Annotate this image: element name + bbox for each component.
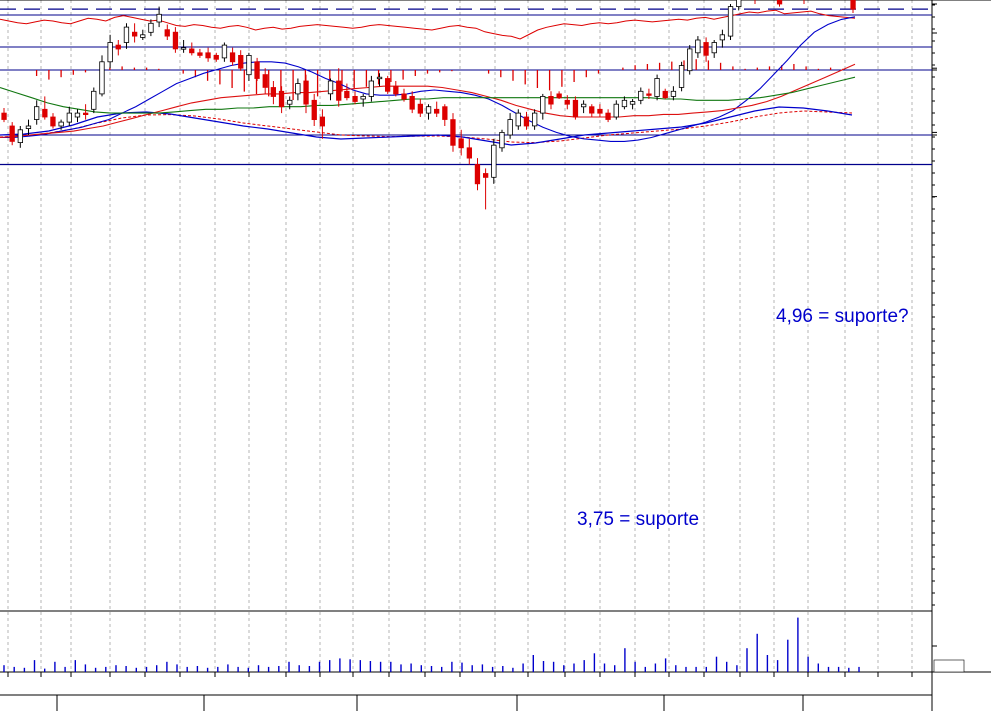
candle-body-40 — [327, 80, 334, 95]
candle-body-75 — [613, 103, 619, 118]
volume-unit-box — [933, 659, 965, 673]
candle-body-82 — [670, 90, 677, 97]
candle-body-63 — [515, 112, 521, 127]
candle-body-15 — [123, 26, 130, 43]
candle-body-76 — [621, 99, 628, 108]
candle-body-95 — [776, 0, 783, 5]
candle-body-41 — [336, 80, 342, 101]
candle-body-80 — [654, 78, 660, 97]
candle-body-18 — [148, 22, 154, 33]
upper-support-annotation: 4,96 = suporte? — [776, 306, 909, 327]
candle-body-4 — [34, 106, 40, 120]
candle-body-33 — [270, 87, 277, 97]
candle-body-59 — [482, 173, 489, 178]
candle-body-85 — [695, 39, 701, 54]
candle-body-77 — [629, 101, 636, 105]
candle-body-89 — [727, 6, 734, 37]
candle-body-86 — [703, 42, 709, 56]
candle-body-7 — [58, 121, 64, 127]
candle-body-10 — [83, 112, 89, 115]
candle-body-71 — [581, 103, 587, 108]
candle-body-55 — [450, 119, 456, 146]
candle-body-53 — [433, 108, 440, 114]
candle-body-52 — [425, 106, 432, 114]
candle-body-54 — [442, 106, 448, 120]
candle-body-23 — [189, 48, 195, 54]
candle-body-13 — [107, 42, 113, 63]
candle-body-78 — [638, 90, 644, 101]
candle-body-47 — [384, 78, 391, 92]
candle-body-36 — [295, 83, 301, 95]
candle-body-20 — [164, 29, 170, 37]
stock-chart: 4,96 = suporte? 3,75 = suporte — [0, 0, 991, 711]
candle-body-61 — [499, 131, 505, 149]
candle-body-27 — [221, 44, 228, 59]
candle-body-17 — [140, 34, 146, 38]
candle-body-12 — [99, 61, 105, 95]
candle-body-81 — [662, 90, 668, 99]
candle-body-74 — [605, 112, 611, 120]
candle-body-56 — [458, 138, 464, 149]
candle-body-49 — [401, 93, 407, 100]
candle-body-70 — [572, 99, 579, 118]
candle-body-38 — [311, 99, 317, 121]
candle-body-6 — [50, 116, 56, 127]
candle-body-29 — [238, 55, 244, 69]
candle-body-2 — [17, 129, 24, 144]
candle-body-14 — [115, 44, 121, 50]
candle-body-19 — [156, 13, 162, 23]
candle-body-37 — [303, 80, 309, 105]
candle-body-69 — [564, 99, 570, 105]
candle-body-42 — [344, 90, 350, 99]
lower-support-annotation: 3,75 = suporte — [577, 509, 699, 530]
candle-body-1 — [9, 125, 15, 142]
candle-body-104 — [850, 0, 856, 10]
candle-body-44 — [360, 96, 366, 100]
candle-body-25 — [205, 52, 211, 59]
candle-body-90 — [736, 0, 742, 7]
candle-body-30 — [246, 55, 252, 76]
candle-body-22 — [180, 47, 187, 50]
candle-body-68 — [556, 93, 562, 99]
candle-body-16 — [131, 31, 138, 37]
candle-body-60 — [491, 144, 497, 178]
candle-body-21 — [172, 31, 179, 50]
candle-body-26 — [213, 55, 219, 60]
candle-body-43 — [352, 96, 358, 102]
candle-body-51 — [417, 103, 424, 114]
candle-body-57 — [466, 147, 473, 159]
candle-body-8 — [66, 112, 72, 123]
candle-body-11 — [91, 90, 97, 110]
candle-body-45 — [368, 80, 375, 97]
candle-body-65 — [532, 112, 538, 127]
candle-body-64 — [523, 116, 530, 127]
candle-body-62 — [507, 119, 513, 136]
candle-body-73 — [597, 108, 603, 114]
candle-body-88 — [719, 34, 725, 41]
candle-body-9 — [74, 112, 81, 118]
candle-body-72 — [589, 106, 595, 114]
candle-body-3 — [25, 125, 32, 129]
candle-body-31 — [254, 61, 260, 79]
candle-body-39 — [319, 116, 326, 127]
candle-body-83 — [678, 65, 685, 88]
candle-body-79 — [646, 93, 652, 96]
candle-body-46 — [376, 76, 383, 80]
candle-body-0 — [1, 112, 7, 120]
candle-body-32 — [262, 74, 268, 88]
candle-body-35 — [287, 99, 293, 105]
candle-body-24 — [197, 52, 203, 56]
candle-body-34 — [278, 90, 285, 108]
candle-body-5 — [42, 108, 48, 118]
candle-body-66 — [540, 96, 546, 114]
candle-body-48 — [393, 85, 399, 95]
candle-body-28 — [229, 52, 236, 63]
candle-body-67 — [548, 96, 554, 105]
candle-body-50 — [409, 96, 415, 110]
chart-svg: 4,96 = suporte? 3,75 = suporte — [0, 0, 991, 711]
candle-body-84 — [687, 48, 693, 72]
candle-body-87 — [711, 42, 717, 54]
candle-body-58 — [474, 164, 481, 185]
